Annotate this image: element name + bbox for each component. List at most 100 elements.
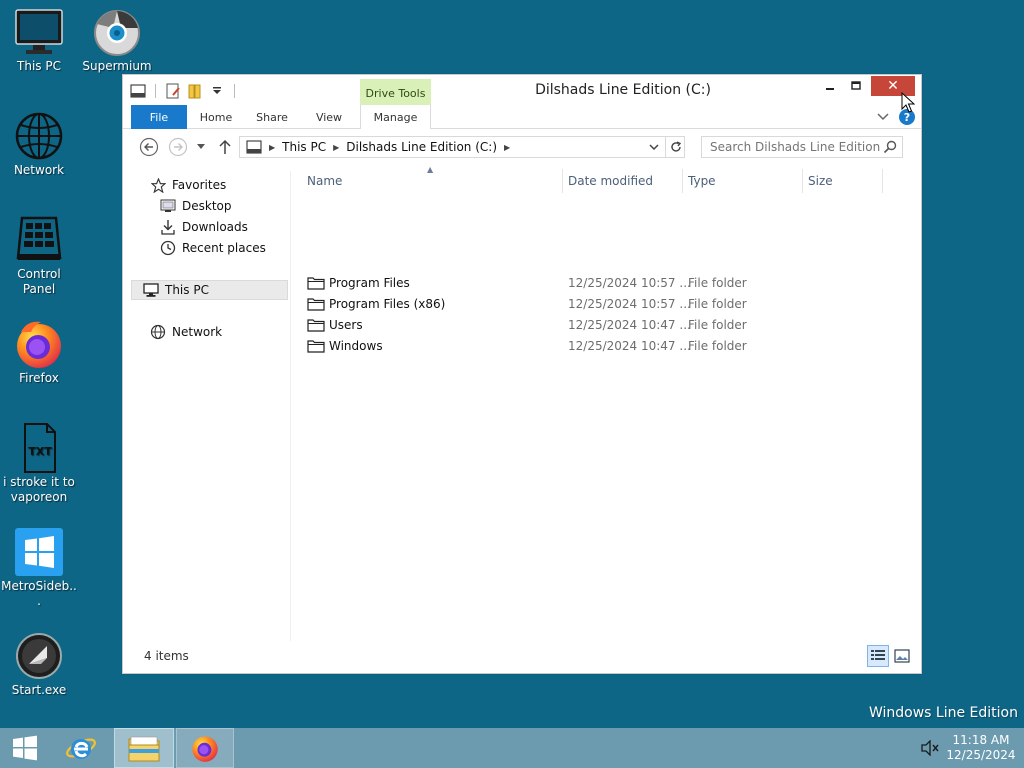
window-title: Dilshads Line Edition (C:) (535, 82, 711, 98)
column-divider[interactable] (682, 169, 683, 193)
customize-qat-icon[interactable] (208, 82, 226, 100)
search-box[interactable] (701, 136, 903, 158)
new-folder-icon[interactable] (186, 82, 204, 100)
nav-item-network[interactable]: Network (149, 322, 289, 342)
toolbar-divider (234, 84, 235, 98)
folder-icon (307, 339, 325, 353)
desktop-icon-supermium[interactable]: Supermium (78, 6, 156, 74)
maximize-icon (851, 81, 861, 90)
address-row: ▶ This PC ▶ Dilshads Line Edition (C:) ▶ (123, 133, 921, 161)
desktop-icon-firefox[interactable]: Firefox (0, 318, 78, 386)
svg-text:TXT: TXT (28, 445, 52, 458)
large-icons-view-button[interactable] (891, 645, 913, 667)
nav-item-label: Favorites (172, 178, 227, 192)
file-name-cell: Program Files (x86) (307, 293, 445, 314)
address-dropdown-button[interactable] (645, 136, 663, 158)
file-type: File folder (688, 338, 747, 353)
details-view-icon (871, 650, 885, 660)
search-icon (883, 140, 897, 157)
breadcrumb-chevron-icon[interactable]: ▶ (504, 143, 510, 152)
desktop-icon-label: Network (13, 163, 65, 177)
desktop-icon-start-exe[interactable]: Start.exe (0, 630, 78, 698)
back-arrow-icon (139, 137, 159, 157)
forward-arrow-icon (168, 137, 188, 157)
globe-icon (149, 323, 167, 341)
folder-icon (307, 318, 325, 332)
globe-icon (13, 110, 65, 162)
explorer-window: Drive Tools Dilshads Line Edition (C:) ✕… (122, 74, 922, 674)
tab-view[interactable]: View (303, 105, 355, 129)
desktop-icon-metrosidebar[interactable]: MetroSideb... (0, 526, 78, 609)
column-divider[interactable] (562, 169, 563, 193)
clock-date: 12/25/2024 (946, 748, 1016, 762)
column-header-size[interactable]: Size (808, 171, 878, 191)
desktop-icon-this-pc[interactable]: This PC (0, 6, 78, 74)
folder-icon (307, 297, 325, 311)
table-row[interactable]: Users 12/25/2024 10:47 ... File folder (299, 314, 899, 335)
column-header-date[interactable]: Date modified (568, 171, 678, 191)
tab-share[interactable]: Share (247, 105, 297, 129)
taskbar-internet-explorer[interactable] (52, 728, 110, 768)
clock-history-icon (159, 239, 177, 257)
table-row[interactable]: Program Files (x86) 12/25/2024 10:57 ...… (299, 293, 899, 314)
details-view-button[interactable] (867, 645, 889, 667)
column-divider[interactable] (882, 169, 883, 193)
table-row[interactable]: Windows 12/25/2024 10:47 ... File folder (299, 335, 899, 356)
breadcrumb-chevron-icon[interactable]: ▶ (269, 143, 275, 152)
nav-item-desktop[interactable]: Desktop (159, 196, 289, 216)
firefox-icon (13, 318, 65, 370)
tab-manage[interactable]: Manage (360, 105, 431, 129)
windows-logo-icon (13, 735, 37, 761)
desktop-folder-icon (159, 197, 177, 215)
nav-item-recent-places[interactable]: Recent places (159, 238, 289, 258)
taskbar-file-explorer[interactable] (114, 728, 174, 768)
desktop-icon-text-file[interactable]: TXT i stroke it to vaporeon (0, 422, 78, 505)
nav-item-downloads[interactable]: Downloads (159, 217, 289, 237)
desktop-icon-network[interactable]: Network (0, 110, 78, 178)
recent-locations-button[interactable] (194, 137, 208, 157)
navigation-pane: Favorites Desktop Downloads Recent place… (131, 171, 291, 641)
minimize-button[interactable] (817, 76, 843, 96)
table-row[interactable]: Program Files 12/25/2024 10:57 ... File … (299, 272, 899, 293)
taskbar-firefox[interactable] (176, 728, 234, 768)
up-button[interactable] (215, 137, 235, 157)
column-header-name[interactable]: Name (307, 171, 557, 191)
close-icon: ✕ (887, 78, 899, 94)
up-arrow-icon (219, 139, 231, 154)
file-date: 12/25/2024 10:47 ... (568, 338, 691, 353)
quick-access-toolbar (129, 81, 239, 101)
volume-muted-icon[interactable] (920, 739, 940, 759)
nav-item-label: Downloads (182, 220, 248, 234)
column-header-type[interactable]: Type (688, 171, 798, 191)
desktop-icon-control-panel[interactable]: Control Panel (0, 214, 78, 297)
properties-icon[interactable] (164, 82, 182, 100)
clock-time: 11:18 AM (952, 733, 1010, 747)
thumbnail-view-icon (894, 649, 910, 663)
start-button[interactable] (0, 728, 50, 768)
breadcrumb-this-pc[interactable]: This PC (282, 140, 326, 154)
title-bar[interactable]: Drive Tools Dilshads Line Edition (C:) ✕ (123, 75, 921, 105)
file-date: 12/25/2024 10:57 ... (568, 275, 691, 290)
nav-item-favorites[interactable]: Favorites (149, 175, 289, 195)
tab-file[interactable]: File (131, 105, 187, 129)
taskbar-clock[interactable]: 11:18 AM 12/25/2024 (946, 733, 1016, 763)
column-divider[interactable] (802, 169, 803, 193)
nav-item-this-pc[interactable]: This PC (131, 280, 288, 300)
start-exe-icon (13, 630, 65, 682)
nav-item-label: Desktop (182, 199, 232, 213)
expand-ribbon-icon[interactable] (877, 110, 889, 124)
desktop-icon-label: i stroke it to vaporeon (3, 475, 75, 504)
address-bar[interactable]: ▶ This PC ▶ Dilshads Line Edition (C:) ▶ (239, 136, 685, 158)
mouse-cursor-icon (901, 91, 916, 117)
back-button[interactable] (139, 137, 159, 157)
breadcrumb-drive[interactable]: Dilshads Line Edition (C:) (346, 140, 497, 154)
refresh-button[interactable] (665, 136, 685, 158)
file-date: 12/25/2024 10:47 ... (568, 317, 691, 332)
search-input[interactable] (710, 140, 882, 154)
supermium-browser-icon (91, 6, 143, 58)
breadcrumb-chevron-icon[interactable]: ▶ (333, 143, 339, 152)
nav-item-label: This PC (165, 283, 209, 297)
tab-home[interactable]: Home (191, 105, 241, 129)
maximize-button[interactable] (843, 76, 869, 96)
forward-button[interactable] (168, 137, 188, 157)
